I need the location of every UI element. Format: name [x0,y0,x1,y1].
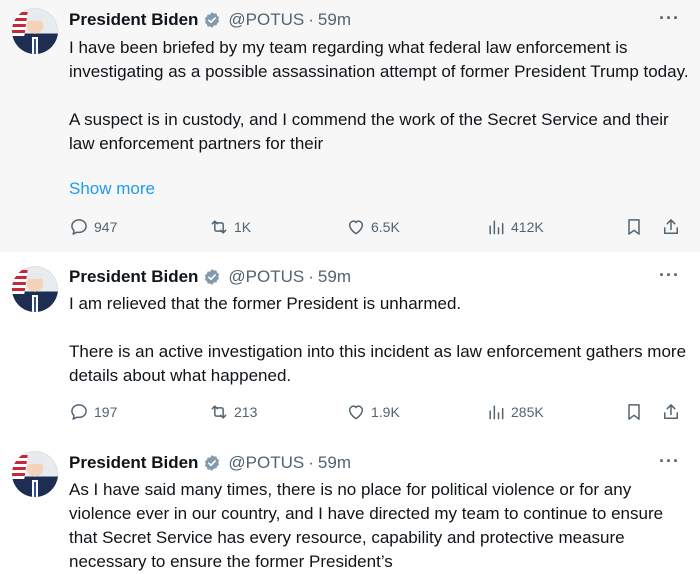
avatar[interactable] [12,8,58,54]
repost-button[interactable]: 213 [209,400,257,424]
timestamp[interactable]: 59m [318,453,351,473]
tweet-paragraph: I have been briefed by my team regarding… [69,38,689,81]
author-handle[interactable]: @POTUS [228,453,304,473]
action-bar: 197 213 1.9K 285K [69,400,689,424]
tweet-header: President Biden @POTUS · 59m [69,450,351,476]
more-icon[interactable]: ··· [659,265,680,286]
tweet-paragraph: There is an active investigation into th… [69,342,687,385]
tweet-header: President Biden @POTUS · 59m [69,7,351,33]
avatar-hair [27,14,43,21]
repost-count: 213 [234,404,258,420]
author-name[interactable]: President Biden [69,267,198,287]
avatar-hair [27,272,43,279]
like-button[interactable]: 1.9K [346,400,400,424]
reply-button[interactable]: 947 [69,215,117,239]
heart-icon [349,220,363,235]
verified-badge-icon [203,11,221,29]
tweet-text: I am relieved that the former President … [69,292,689,388]
tweet-3[interactable]: President Biden @POTUS · 59m ··· As I ha… [0,438,700,571]
more-icon[interactable]: ··· [659,451,680,472]
verified-badge-icon [203,268,221,286]
tweet-1[interactable]: President Biden @POTUS · 59m ··· I have … [0,0,700,252]
verified-badge-icon [203,454,221,472]
tweet-text: As I have said many times, there is no p… [69,478,689,574]
repost-icon [211,220,227,234]
show-more-link[interactable]: Show more [69,179,155,199]
author-name[interactable]: President Biden [69,10,198,30]
heart-icon [349,405,363,420]
tweet-header: President Biden @POTUS · 59m [69,264,351,290]
repost-button[interactable]: 1K [209,215,251,239]
tweet-text: I have been briefed by my team regarding… [69,36,689,156]
avatar-tie [34,297,36,312]
reply-icon [71,219,87,235]
more-icon[interactable]: ··· [659,8,680,29]
bookmark-icon[interactable] [624,217,644,240]
repost-icon [211,405,227,419]
tweet-paragraph: I am relieved that the former President … [69,294,462,313]
avatar-hair [27,457,43,464]
like-count: 6.5K [371,219,400,235]
action-bar: 947 1K 6.5K 412K [69,215,689,239]
views-count: 285K [511,404,544,420]
reply-count: 947 [94,219,118,235]
avatar[interactable] [12,266,58,312]
timestamp[interactable]: 59m [318,267,351,287]
bookmark-icon[interactable] [624,402,644,425]
views-count: 412K [511,219,544,235]
author-name[interactable]: President Biden [69,453,198,473]
views-button[interactable]: 285K [486,400,544,424]
reply-icon [71,404,87,420]
flag-graphic [12,12,28,36]
avatar-tie [34,482,36,497]
separator-dot: · [308,267,314,286]
share-icon[interactable] [661,217,681,240]
flag-graphic [12,270,28,294]
author-handle[interactable]: @POTUS [228,267,304,287]
like-button[interactable]: 6.5K [346,215,400,239]
separator-dot: · [308,453,314,472]
repost-count: 1K [234,219,252,235]
separator-dot: · [308,10,314,29]
reply-count: 197 [94,404,118,420]
flag-graphic [12,455,28,479]
tweet-paragraph: A suspect is in custody, and I commend t… [69,110,669,153]
share-icon[interactable] [661,402,681,425]
tweet-2[interactable]: President Biden @POTUS · 59m ··· I am re… [0,252,700,438]
views-icon [489,220,504,235]
views-icon [489,405,504,420]
avatar-tie [34,39,36,54]
views-button[interactable]: 412K [486,215,544,239]
author-handle[interactable]: @POTUS [228,10,304,30]
timestamp[interactable]: 59m [318,10,351,30]
avatar[interactable] [12,451,58,497]
reply-button[interactable]: 197 [69,400,117,424]
like-count: 1.9K [371,404,400,420]
tweet-paragraph: As I have said many times, there is no p… [69,480,664,571]
